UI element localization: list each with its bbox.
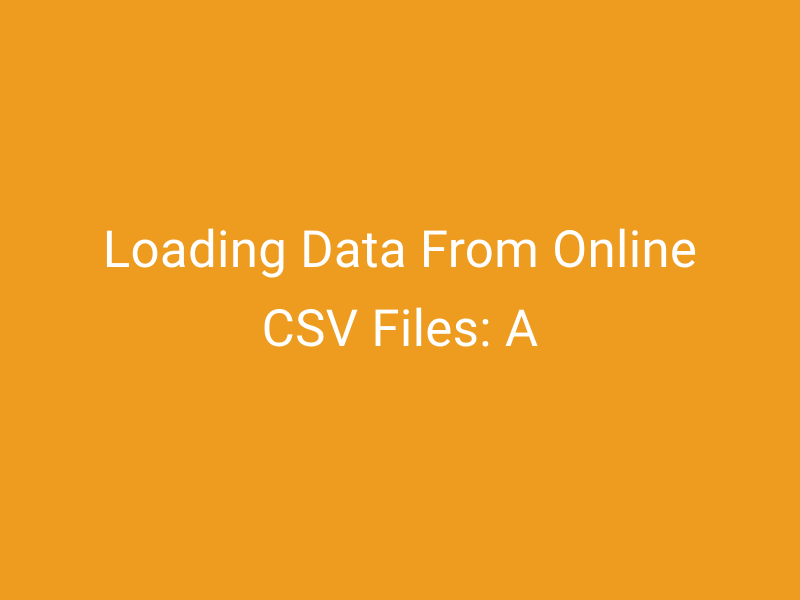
page-title: Loading Data From Online CSV Files: A <box>60 211 740 369</box>
title-container: Loading Data From Online CSV Files: A <box>0 211 800 369</box>
